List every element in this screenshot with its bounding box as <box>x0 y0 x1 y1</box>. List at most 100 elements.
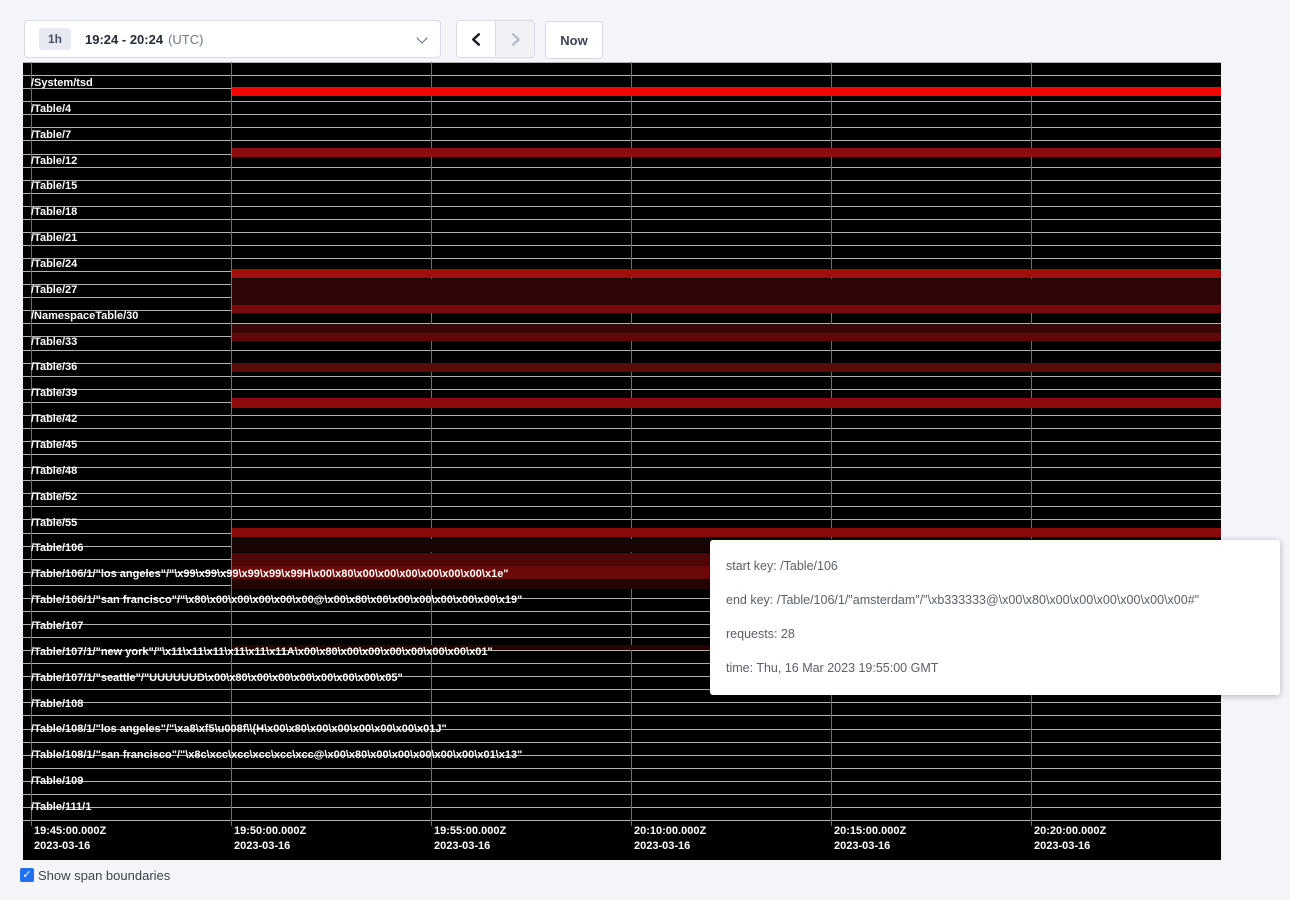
row-label: /Table/106/1/"san francisco"/"\x80\x00\x… <box>31 594 522 607</box>
heat-band[interactable] <box>232 363 1221 372</box>
row-label: /Table/107/1/"new york"/"\x11\x11\x11\x1… <box>31 646 493 659</box>
column-gridline <box>1031 62 1032 826</box>
chevron-right-icon <box>508 32 523 47</box>
row-label: /Table/108 <box>31 698 83 711</box>
x-axis-tick-date: 2023-03-16 <box>34 839 106 854</box>
x-axis-tick: 19:55:00.000Z2023-03-16 <box>434 824 506 854</box>
heat-band[interactable] <box>232 528 1221 537</box>
span-boundary-line <box>23 376 1221 377</box>
show-span-boundaries-label: Show span boundaries <box>38 866 170 885</box>
span-boundary-line <box>23 245 1221 246</box>
heat-band[interactable] <box>232 87 1221 96</box>
span-boundary-line <box>23 506 1221 507</box>
heat-band[interactable] <box>232 333 1221 341</box>
span-boundary-line <box>23 454 1221 455</box>
now-button[interactable]: Now <box>545 21 603 59</box>
x-axis-tick-date: 2023-03-16 <box>434 839 506 854</box>
column-gridline <box>231 62 232 826</box>
row-label: /Table/21 <box>31 232 77 245</box>
row-label: /Table/55 <box>31 517 77 530</box>
next-timeframe-button[interactable] <box>496 21 534 57</box>
span-boundary-line <box>23 62 1221 63</box>
span-boundary-line <box>23 140 1221 141</box>
row-label: /System/tsd <box>31 77 93 90</box>
row-label: /Table/15 <box>31 180 77 193</box>
x-axis-tick-date: 2023-03-16 <box>834 839 906 854</box>
heat-band[interactable] <box>232 398 1221 408</box>
x-axis-tick-time: 20:15:00.000Z <box>834 824 906 839</box>
prev-timeframe-button[interactable] <box>457 21 496 57</box>
row-label: /Table/24 <box>31 258 77 271</box>
span-tooltip: start key: /Table/106 end key: /Table/10… <box>710 540 1280 695</box>
heat-band[interactable] <box>232 269 1221 278</box>
heat-band[interactable] <box>232 324 1221 333</box>
chevron-down-icon <box>416 32 427 43</box>
heat-band[interactable] <box>232 305 1221 313</box>
tooltip-requests: requests: 28 <box>726 617 1264 651</box>
span-boundary-line <box>23 389 1221 390</box>
x-axis-tick-time: 19:55:00.000Z <box>434 824 506 839</box>
x-axis-tick: 19:50:00.000Z2023-03-16 <box>234 824 306 854</box>
row-label: /Table/42 <box>31 413 77 426</box>
x-axis-tick: 20:15:00.000Z2023-03-16 <box>834 824 906 854</box>
x-axis-tick-time: 19:50:00.000Z <box>234 824 306 839</box>
span-boundary-line <box>23 258 1221 259</box>
span-boundary-line <box>23 127 1221 128</box>
span-boundary-line <box>23 428 1221 429</box>
x-axis-tick: 20:10:00.000Z2023-03-16 <box>634 824 706 854</box>
time-range-text: 19:24 - 20:24 <box>85 32 163 47</box>
time-range-zone: (UTC) <box>168 32 203 47</box>
span-boundary-line <box>23 114 1221 115</box>
span-boundary-line <box>23 702 1221 703</box>
row-label: /Table/48 <box>31 465 77 478</box>
x-axis-tick-date: 2023-03-16 <box>234 839 306 854</box>
heat-band[interactable] <box>232 148 1221 157</box>
x-axis-tick-date: 2023-03-16 <box>1034 839 1106 854</box>
span-boundary-line <box>23 219 1221 220</box>
x-axis-tick-time: 20:20:00.000Z <box>1034 824 1106 839</box>
time-range-duration-badge: 1h <box>39 28 71 50</box>
row-label: /Table/39 <box>31 387 77 400</box>
span-boundary-line <box>23 480 1221 481</box>
span-boundary-line <box>23 232 1221 233</box>
span-boundary-line <box>23 820 1221 821</box>
row-label: /Table/106 <box>31 542 83 555</box>
heatmap-canvas[interactable]: /System/tsd/Table/4/Table/7/Table/12/Tab… <box>23 62 1221 860</box>
tooltip-start-key: start key: /Table/106 <box>726 549 1264 583</box>
time-nav-group <box>456 20 535 58</box>
row-label: /Table/7 <box>31 129 71 142</box>
row-label: /Table/109 <box>31 775 83 788</box>
span-boundary-line <box>23 467 1221 468</box>
tooltip-end-key: end key: /Table/106/1/"amsterdam"/"\xb33… <box>726 583 1264 617</box>
time-range-select[interactable]: 1h 19:24 - 20:24 (UTC) <box>24 20 441 58</box>
span-boundary-line <box>23 807 1221 808</box>
tooltip-time: time: Thu, 16 Mar 2023 19:55:00 GMT <box>726 651 1264 685</box>
span-boundary-line <box>23 519 1221 520</box>
show-span-boundaries-checkbox[interactable]: ✓ <box>20 868 34 882</box>
span-boundary-line <box>23 415 1221 416</box>
row-label: /Table/45 <box>31 439 77 452</box>
span-boundary-line <box>23 180 1221 181</box>
heat-band[interactable] <box>232 279 1221 305</box>
row-label: /Table/107/1/"seattle"/"UUUUUUD\x00\x80\… <box>31 672 403 685</box>
row-label: /Table/33 <box>31 336 77 349</box>
row-label: /Table/107 <box>31 620 83 633</box>
span-boundary-line <box>23 350 1221 351</box>
chevron-left-icon <box>469 32 484 47</box>
column-gridline <box>431 62 432 826</box>
span-boundary-line <box>23 768 1221 769</box>
row-label: /Table/36 <box>31 361 77 374</box>
row-label: /Table/27 <box>31 284 77 297</box>
span-boundary-line <box>23 742 1221 743</box>
column-gridline <box>631 62 632 826</box>
row-label: /Table/108/1/"san francisco"/"\x8c\xcc\x… <box>31 749 522 762</box>
span-boundary-line <box>23 101 1221 102</box>
span-boundary-line <box>23 441 1221 442</box>
row-label: /Table/18 <box>31 206 77 219</box>
row-label: /Table/108/1/"los angeles"/"\xa8\xf5\u00… <box>31 723 447 736</box>
span-boundary-line <box>23 75 1221 76</box>
x-axis-tick-date: 2023-03-16 <box>634 839 706 854</box>
span-boundary-line <box>23 781 1221 782</box>
span-boundary-line <box>23 193 1221 194</box>
row-label: /Table/52 <box>31 491 77 504</box>
